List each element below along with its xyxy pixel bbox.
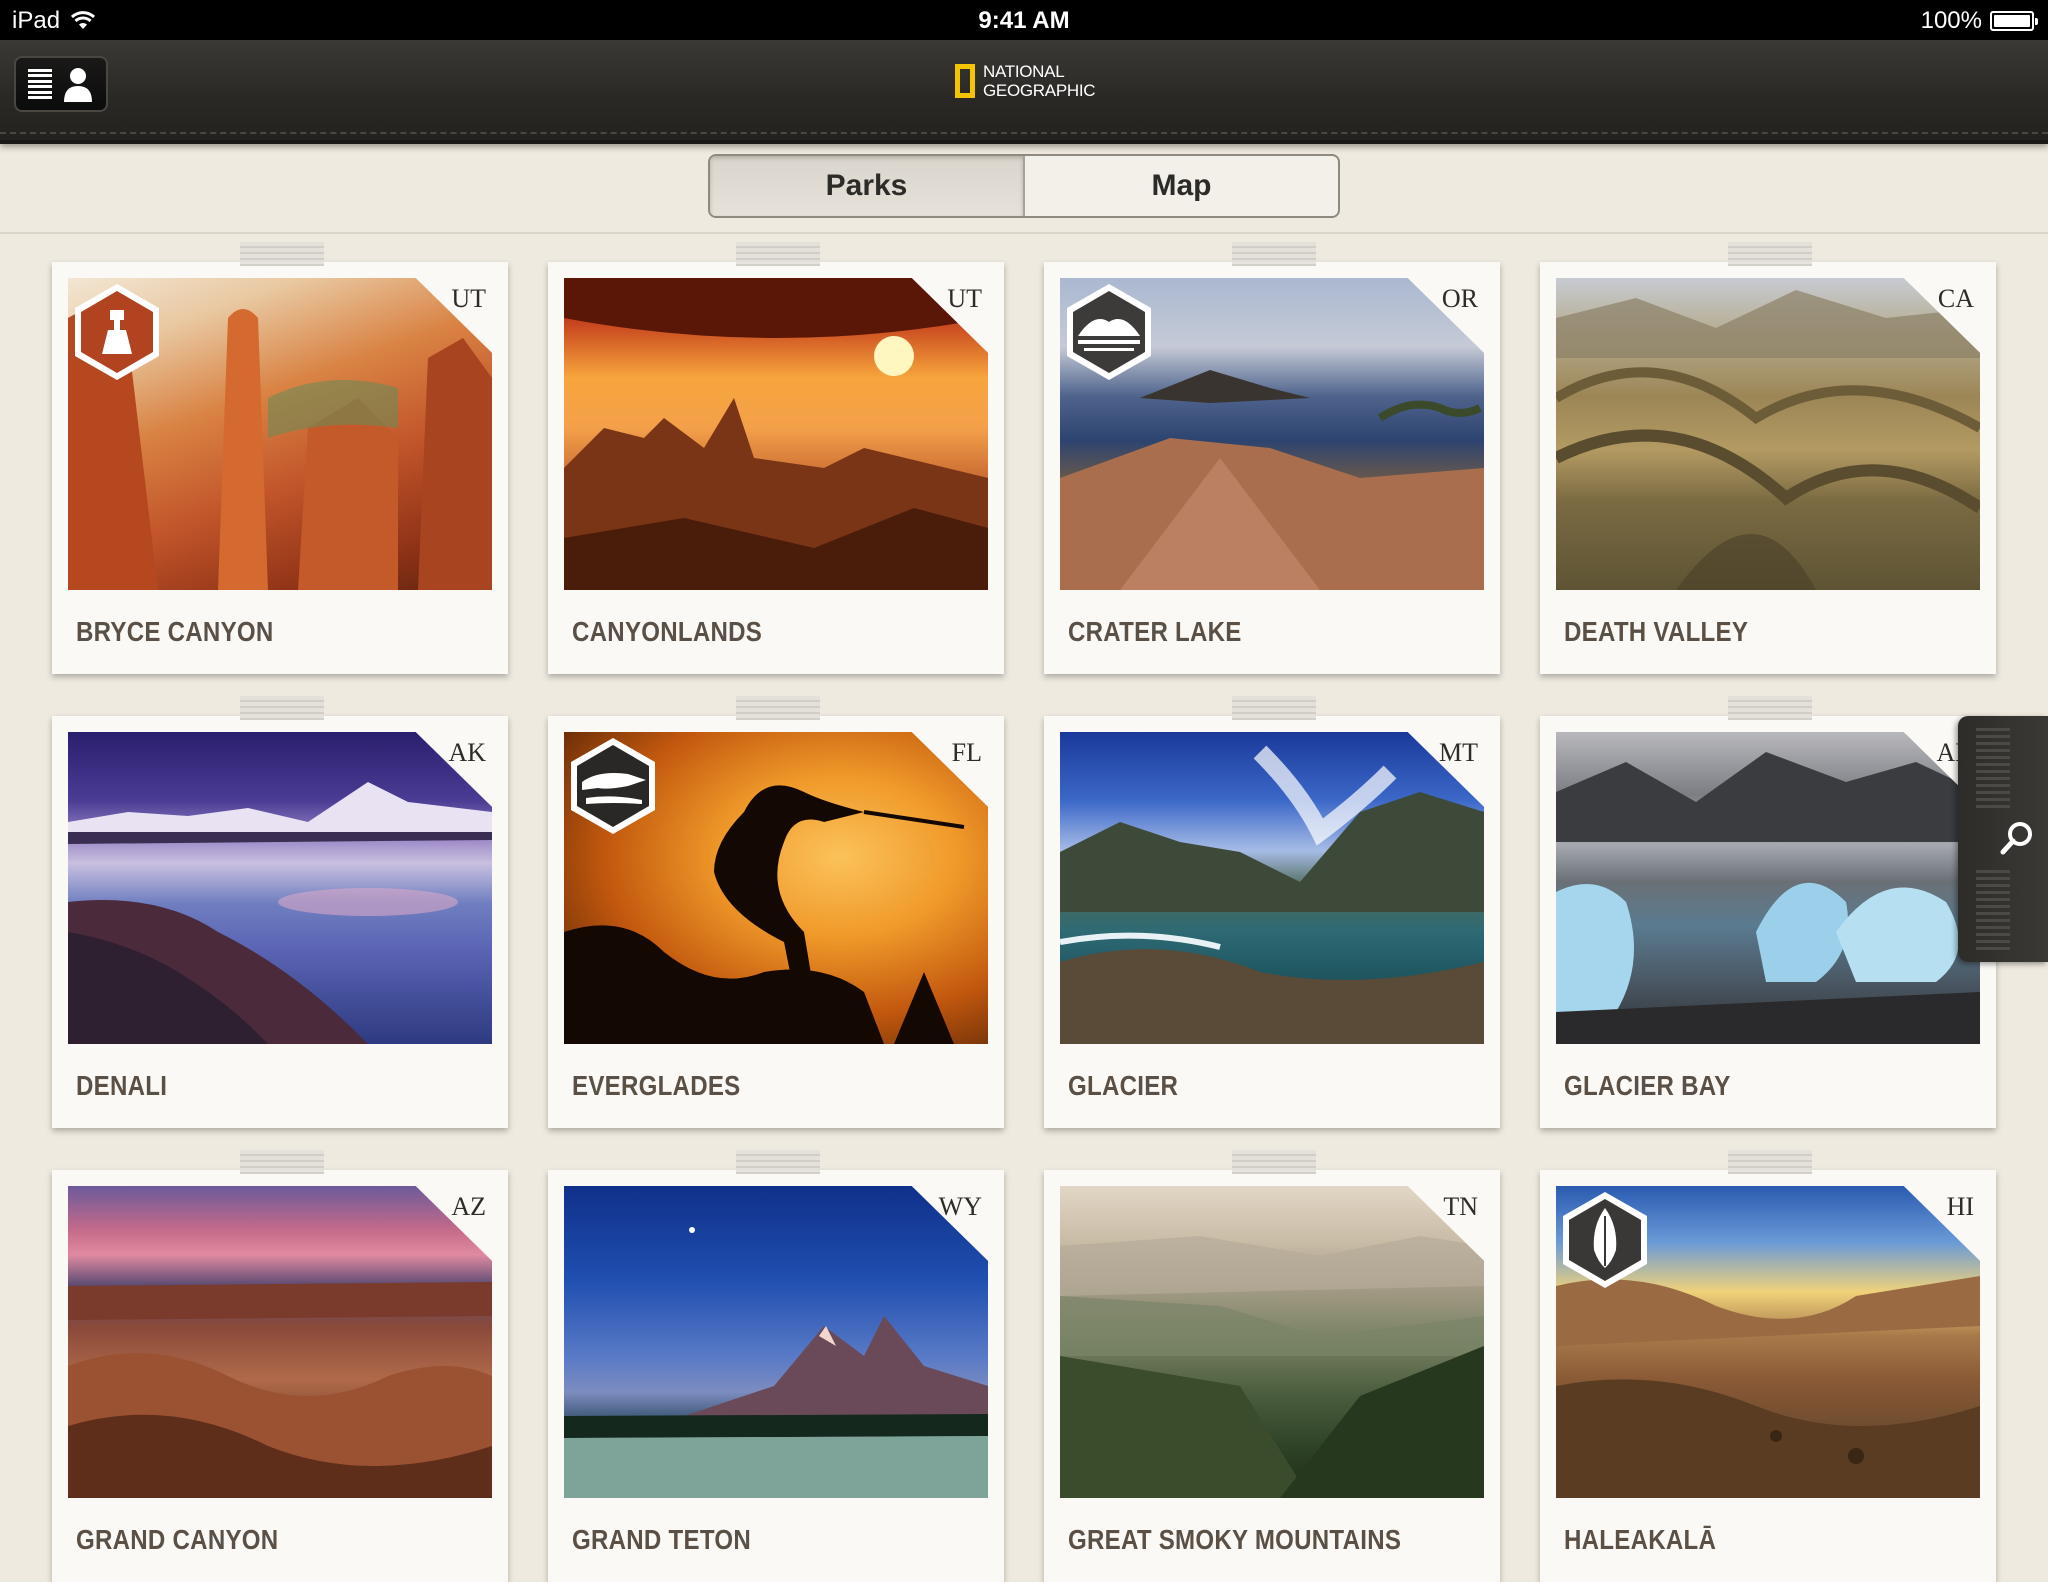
tape-strip <box>736 242 820 266</box>
person-icon <box>64 68 92 102</box>
state-label: FL <box>951 738 982 767</box>
menu-profile-button[interactable] <box>14 56 108 112</box>
tape-strip <box>1728 1150 1812 1174</box>
view-segmented-control: Parks Map <box>708 154 1340 218</box>
park-card-death-valley[interactable]: CA DEATH VALLEY <box>1540 242 1996 674</box>
header-divider <box>0 232 2048 234</box>
state-label: MT <box>1439 738 1478 767</box>
park-photo <box>68 1186 492 1498</box>
state-label: UT <box>947 284 982 313</box>
park-card-haleakala[interactable]: HI HALEAKALĀ <box>1540 1150 1996 1582</box>
park-card-grand-teton[interactable]: WY GRAND TETON <box>548 1150 1004 1582</box>
park-name: GREAT SMOKY MOUNTAINS <box>1068 1524 1402 1555</box>
logo-line-2: GEOGRAPHIC <box>983 81 1096 100</box>
park-card-crater-lake[interactable]: OR CRATER LAKE <box>1044 242 1500 674</box>
park-card-grand-canyon[interactable]: AZ GRAND CANYON <box>52 1150 508 1582</box>
park-card-great-smoky-mountains[interactable]: TN GREAT SMOKY MOUNTAINS <box>1044 1150 1500 1582</box>
park-card-everglades[interactable]: FL EVERGLADES <box>548 696 1004 1128</box>
park-card-glacier[interactable]: MT GLACIER <box>1044 696 1500 1128</box>
park-card-glacier-bay[interactable]: AK GLACIER BAY <box>1540 696 1996 1128</box>
park-name: BRYCE CANYON <box>76 616 274 647</box>
tape-strip <box>1232 1150 1316 1174</box>
park-card-bryce-canyon[interactable]: UT BRYCE CANYON <box>52 242 508 674</box>
silversword-badge-icon <box>1563 1192 1647 1288</box>
tape-strip <box>736 696 820 720</box>
state-label: OR <box>1441 284 1478 313</box>
tape-strip <box>240 696 324 720</box>
state-label: AK <box>448 738 486 767</box>
state-label: CA <box>1937 284 1974 313</box>
search-icon <box>2000 822 2032 855</box>
battery-percent: 100% <box>1920 7 1982 34</box>
state-label: HI <box>1946 1192 1974 1221</box>
tab-stitching <box>1976 728 2010 808</box>
state-label: AZ <box>451 1192 486 1221</box>
lake-badge-icon <box>1067 284 1151 380</box>
park-name: HALEAKALĀ <box>1564 1524 1717 1555</box>
tape-strip <box>1232 696 1316 720</box>
search-tab[interactable] <box>1958 716 2048 962</box>
park-name: GRAND CANYON <box>76 1524 279 1555</box>
hoodoo-badge-icon <box>75 284 159 380</box>
clock: 9:41 AM <box>978 7 1070 34</box>
app-header: NATIONAL GEOGRAPHIC <box>0 40 2048 144</box>
state-label: WY <box>938 1192 982 1221</box>
status-bar: iPad 9:41 AM 100% <box>0 0 2048 40</box>
park-name: GRAND TETON <box>572 1524 751 1555</box>
tab-stitching <box>1976 870 2010 950</box>
park-name: CRATER LAKE <box>1068 616 1242 647</box>
park-photo <box>1060 1186 1484 1498</box>
tape-strip <box>240 1150 324 1174</box>
park-card-denali[interactable]: AK DENALI <box>52 696 508 1128</box>
battery-icon <box>1990 11 2038 31</box>
park-name: EVERGLADES <box>572 1070 741 1101</box>
park-photo <box>564 278 988 590</box>
park-name: GLACIER BAY <box>1564 1070 1731 1101</box>
state-label: UT <box>451 284 486 313</box>
tape-strip <box>240 242 324 266</box>
state-label: TN <box>1443 1192 1478 1221</box>
park-photo <box>1060 732 1484 1044</box>
tab-parks[interactable]: Parks <box>710 156 1025 216</box>
tape-strip <box>1728 696 1812 720</box>
list-icon <box>28 69 52 99</box>
park-name: DENALI <box>76 1070 168 1101</box>
park-name: GLACIER <box>1068 1070 1179 1101</box>
national-geographic-logo: NATIONAL GEOGRAPHIC <box>955 62 1096 100</box>
logo-line-1: NATIONAL <box>983 62 1065 81</box>
park-name: DEATH VALLEY <box>1564 616 1749 647</box>
tape-strip <box>736 1150 820 1174</box>
park-photo <box>68 732 492 1044</box>
park-photo <box>564 1186 988 1498</box>
tape-strip <box>1232 242 1316 266</box>
park-photo <box>1556 278 1980 590</box>
park-photo <box>1556 732 1980 1044</box>
logo-yellow-frame-icon <box>955 64 975 98</box>
park-name: CANYONLANDS <box>572 616 763 647</box>
park-card-canyonlands[interactable]: UT CANYONLANDS <box>548 242 1004 674</box>
tape-strip <box>1728 242 1812 266</box>
alligator-badge-icon <box>571 738 655 834</box>
tab-map[interactable]: Map <box>1025 156 1338 216</box>
